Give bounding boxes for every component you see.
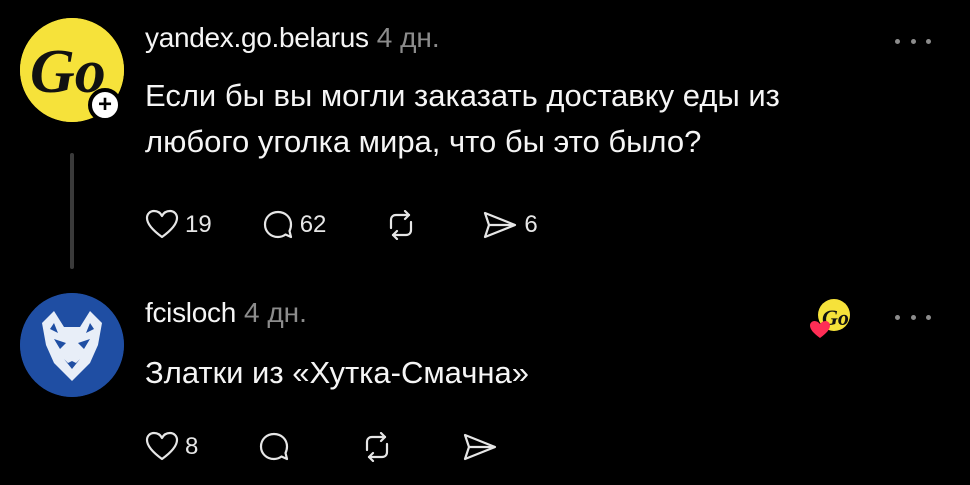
more-options-icon[interactable] [895, 36, 931, 46]
thread-line [70, 153, 74, 269]
like-count: 19 [185, 211, 212, 238]
repost-button[interactable] [360, 432, 394, 462]
heart-icon [145, 209, 179, 239]
heart-icon [145, 431, 179, 461]
liked-by-author-badge: Go [808, 297, 852, 341]
comment-count: 62 [299, 211, 327, 238]
like-count: 8 [185, 433, 199, 460]
post-text-line-1: Златки из «Хутка-Смачна» [145, 355, 529, 390]
share-button[interactable] [462, 432, 498, 462]
post-text-line-1: Если бы вы могли заказать доставку еды и… [145, 78, 780, 113]
post-time: 4 дн. [376, 22, 440, 53]
post-text-line-2: любого уголка мира, что бы это было? [145, 124, 702, 159]
post-header: yandex.go.belarus 4 дн. [145, 22, 440, 54]
share-button[interactable]: 6 [482, 210, 538, 240]
like-button[interactable]: 19 [145, 209, 212, 241]
go-logo-icon: Go [810, 299, 850, 338]
more-options-icon[interactable] [895, 312, 931, 322]
post-text: Златки из «Хутка-Смачна» [145, 350, 529, 396]
comment-button[interactable]: 62 [262, 209, 327, 241]
share-count: 6 [524, 211, 538, 238]
post-time: 4 дн. [243, 297, 307, 328]
like-button[interactable]: 8 [145, 431, 198, 463]
wolf-logo-icon [20, 293, 124, 397]
author-name[interactable]: fcisloch [145, 297, 236, 328]
follow-plus-button[interactable]: + [88, 88, 122, 122]
post-header: fcisloch 4 дн. [145, 297, 307, 329]
post-yandex: Go + yandex.go.belarus 4 дн. Если бы вы м… [0, 0, 970, 280]
comment-button[interactable] [258, 431, 290, 463]
comment-bubble-icon [260, 432, 289, 461]
avatar[interactable] [20, 293, 124, 397]
send-icon [484, 211, 517, 239]
author-name[interactable]: yandex.go.belarus [145, 22, 369, 53]
post-actions: 8 [145, 431, 498, 463]
comment-bubble-icon [263, 210, 292, 239]
repost-icon [390, 210, 413, 240]
post-text: Если бы вы могли заказать доставку еды и… [145, 73, 780, 165]
send-icon [464, 433, 497, 461]
repost-button[interactable] [384, 210, 418, 240]
repost-icon [366, 432, 389, 462]
post-actions: 19 62 6 [145, 209, 538, 241]
